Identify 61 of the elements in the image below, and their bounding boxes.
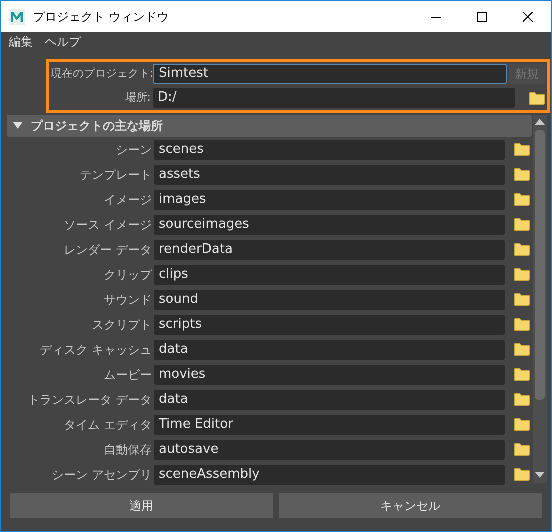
field-label: 場所: bbox=[124, 90, 152, 106]
path-field[interactable]: sound bbox=[154, 290, 505, 310]
folder-icon[interactable] bbox=[514, 193, 530, 206]
field-label: クリップ bbox=[103, 266, 154, 284]
path-field[interactable]: sourceimages bbox=[154, 214, 505, 234]
folder-icon[interactable] bbox=[514, 168, 530, 181]
close-icon bbox=[523, 12, 533, 22]
folder-icon[interactable] bbox=[514, 143, 530, 156]
field-label: 自動保存 bbox=[103, 442, 153, 458]
folder-icon[interactable] bbox=[514, 218, 530, 231]
menu-item[interactable]: 編集 bbox=[5, 33, 37, 51]
app-logo-icon bbox=[9, 8, 25, 24]
field-label: イメージ bbox=[103, 192, 153, 208]
folder-icon[interactable] bbox=[514, 318, 530, 331]
scroll-down-icon[interactable] bbox=[535, 471, 545, 479]
path-field[interactable]: movies bbox=[154, 364, 505, 384]
maximize-icon bbox=[477, 12, 487, 22]
menu-item[interactable]: ヘルプ bbox=[41, 33, 85, 51]
folder-icon[interactable] bbox=[514, 268, 530, 281]
field-label: シーン アセンブリ bbox=[51, 466, 153, 484]
path-field[interactable]: clips bbox=[154, 264, 505, 284]
field-label: トランスレータ データ bbox=[27, 392, 153, 408]
path-field[interactable]: renderData bbox=[154, 240, 505, 260]
scrollbar[interactable] bbox=[533, 115, 547, 483]
scrollbar-thumb[interactable] bbox=[535, 130, 545, 400]
path-field[interactable]: data bbox=[154, 340, 505, 360]
folder-icon[interactable] bbox=[514, 343, 530, 356]
path-field[interactable]: scripts bbox=[154, 314, 505, 334]
folder-icon[interactable] bbox=[514, 468, 530, 481]
path-field[interactable]: scenes bbox=[154, 140, 505, 160]
path-field[interactable]: data bbox=[154, 390, 505, 410]
folder-icon[interactable] bbox=[514, 393, 530, 406]
field-label: ディスク キャッシュ bbox=[39, 342, 153, 358]
folder-icon[interactable] bbox=[514, 293, 530, 306]
field-label: ソース イメージ bbox=[63, 216, 153, 234]
folder-icon[interactable] bbox=[514, 443, 530, 456]
project-name-field[interactable]: Simtest bbox=[153, 64, 507, 84]
field-label: ムービー bbox=[103, 366, 153, 384]
section-header[interactable]: プロジェクトの主な場所 bbox=[7, 115, 532, 137]
folder-icon[interactable] bbox=[514, 418, 530, 431]
field-label: レンダー データ bbox=[63, 242, 153, 258]
path-field[interactable]: autosave bbox=[154, 440, 505, 460]
dialog-button[interactable]: 適用 bbox=[10, 493, 273, 518]
window-title: プロジェクト ウィンドウ bbox=[33, 8, 169, 26]
dialog-button[interactable]: キャンセル bbox=[279, 493, 542, 518]
folder-icon[interactable] bbox=[514, 243, 530, 256]
field-label: サウンド bbox=[103, 292, 153, 308]
path-field[interactable]: images bbox=[154, 190, 505, 210]
field-label: シーン bbox=[115, 142, 153, 158]
field-label: 現在のプロジェクト: bbox=[51, 66, 153, 82]
path-field[interactable]: sceneAssembly bbox=[154, 464, 505, 484]
field-label: タイム エディタ bbox=[63, 416, 153, 434]
field-label: テンプレート bbox=[79, 166, 153, 184]
folder-icon[interactable] bbox=[514, 368, 530, 381]
location-field[interactable]: D:/ bbox=[153, 88, 515, 108]
path-field[interactable]: assets bbox=[154, 164, 505, 184]
field-label: スクリプト bbox=[91, 316, 153, 334]
path-field[interactable]: Time Editor bbox=[154, 414, 505, 434]
expanded-triangle-icon bbox=[13, 122, 23, 130]
folder-icon[interactable] bbox=[529, 92, 545, 104]
scroll-up-icon[interactable] bbox=[535, 118, 545, 126]
